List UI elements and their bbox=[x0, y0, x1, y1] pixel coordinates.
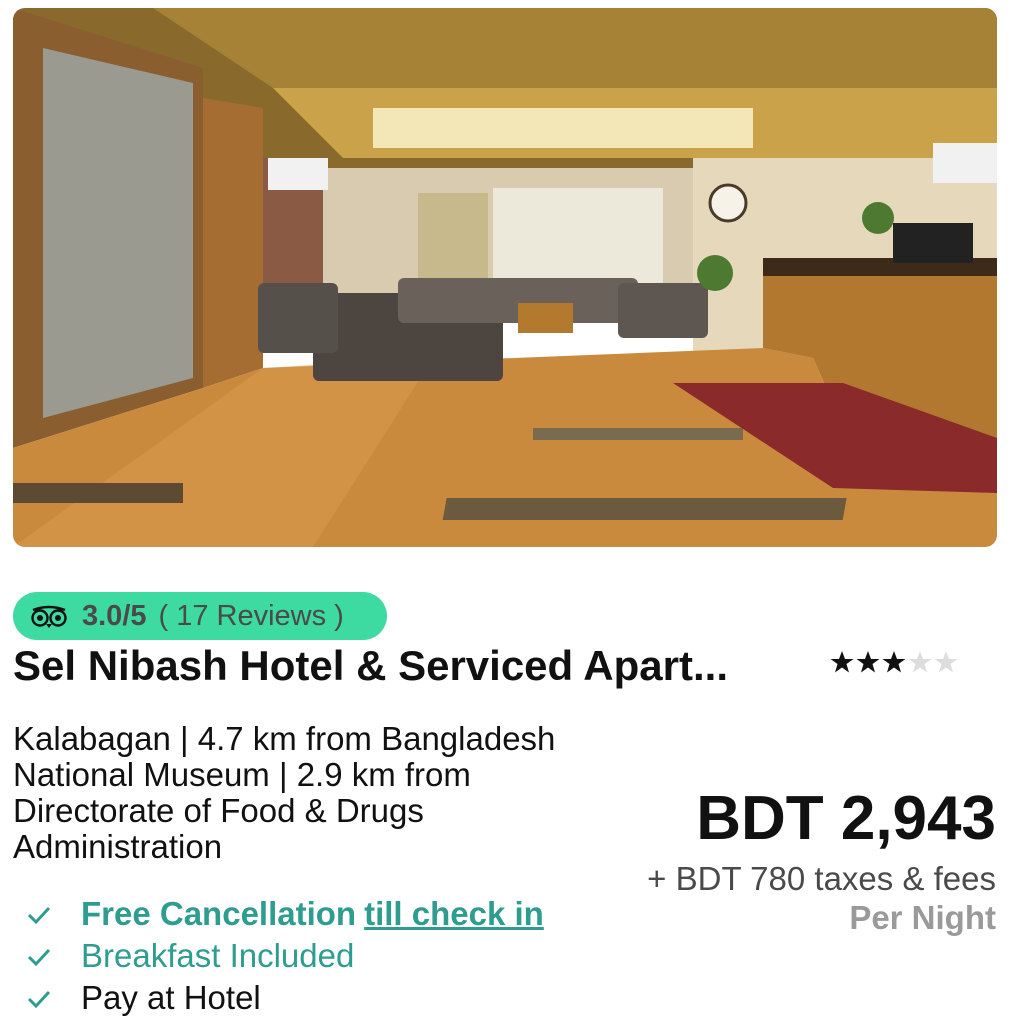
tripadvisor-icon bbox=[31, 605, 67, 628]
feature-breakfast: Breakfast Included bbox=[25, 935, 544, 977]
hotel-name[interactable]: Sel Nibash Hotel & Serviced Apart... bbox=[13, 640, 813, 692]
till-check-in-link[interactable]: till check in bbox=[364, 895, 544, 933]
pay-at-hotel-label: Pay at Hotel bbox=[81, 979, 261, 1016]
star-filled-icon bbox=[830, 651, 854, 673]
check-icon bbox=[27, 948, 51, 967]
breakfast-label: Breakfast Included bbox=[81, 937, 355, 974]
hotel-location: Kalabagan | 4.7 km from Bangladesh Natio… bbox=[13, 720, 556, 865]
rating-score: 3.0/5 bbox=[82, 599, 147, 632]
star-empty-icon bbox=[934, 651, 958, 673]
features-list: Free Cancellation till check in Breakfas… bbox=[25, 893, 544, 1019]
feature-free-cancellation: Free Cancellation till check in bbox=[25, 893, 544, 935]
star-empty-icon bbox=[908, 651, 932, 673]
star-filled-icon bbox=[856, 651, 880, 673]
check-icon bbox=[27, 990, 51, 1009]
free-cancellation-label: Free Cancellation bbox=[81, 895, 357, 932]
feature-pay-at-hotel: Pay at Hotel bbox=[25, 977, 544, 1019]
per-night-label: Per Night bbox=[849, 899, 996, 936]
hotel-photo[interactable] bbox=[13, 8, 997, 547]
rating-badge[interactable]: 3.0/5 ( 17 Reviews ) bbox=[13, 592, 387, 640]
taxes-and-fees: + BDT 780 taxes & fees bbox=[647, 860, 996, 897]
star-rating bbox=[830, 650, 958, 674]
price: BDT 2,943 bbox=[696, 784, 996, 853]
hotel-lobby-image bbox=[13, 8, 997, 547]
star-filled-icon bbox=[882, 651, 906, 673]
review-count: ( 17 Reviews ) bbox=[158, 599, 344, 632]
check-icon bbox=[27, 906, 51, 925]
